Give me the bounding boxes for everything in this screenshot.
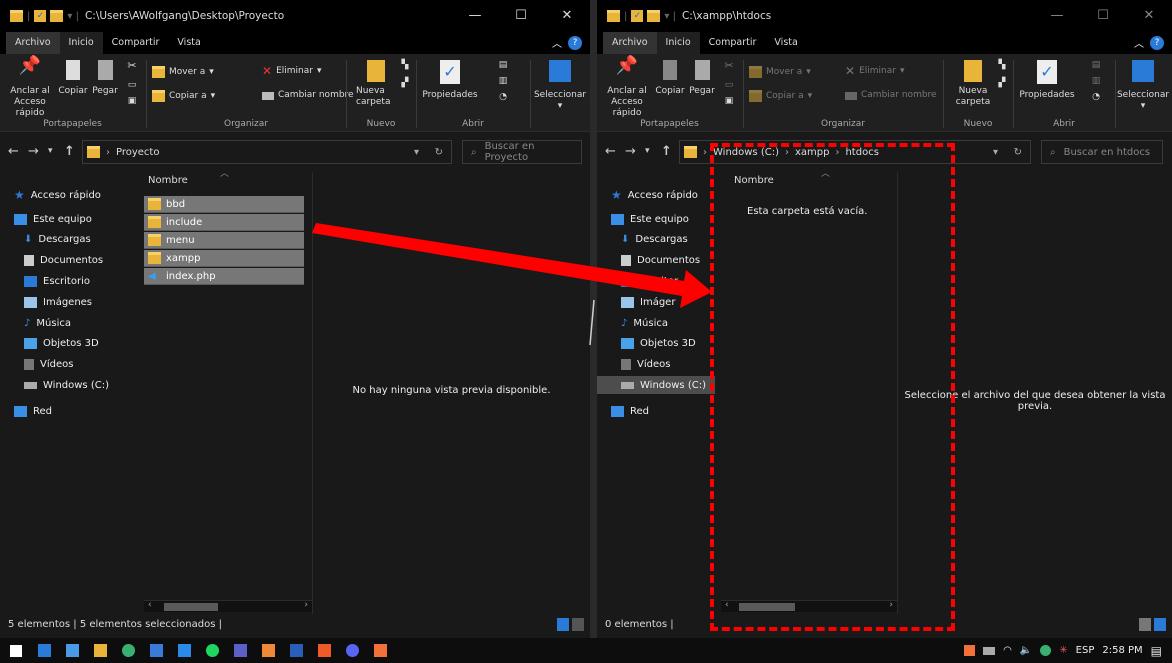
drag-arrow xyxy=(312,223,712,346)
sublime-icon[interactable] xyxy=(256,638,280,663)
system-tray: ◠ 🔈 ✳ ESP 2:58 PM ▤ xyxy=(964,638,1172,663)
action-center-icon[interactable]: ▤ xyxy=(1151,644,1162,658)
arrow-icon xyxy=(312,223,712,308)
tray-app-icon[interactable] xyxy=(1040,645,1052,656)
cursor-line xyxy=(589,299,595,346)
store-icon[interactable] xyxy=(60,638,84,663)
files-icon[interactable] xyxy=(88,638,112,663)
start-icon[interactable] xyxy=(4,638,28,663)
language-indicator[interactable]: ESP xyxy=(1076,645,1095,656)
discord-icon[interactable] xyxy=(340,638,364,663)
clock[interactable]: 2:58 PM xyxy=(1102,645,1142,656)
vscode-icon[interactable] xyxy=(172,638,196,663)
xampp-tray-icon[interactable] xyxy=(964,645,976,656)
brave-icon[interactable] xyxy=(312,638,336,663)
notification-app-icon[interactable]: ✳ xyxy=(1059,645,1067,656)
teams-icon[interactable] xyxy=(228,638,252,663)
volume-icon[interactable]: 🔈 xyxy=(1020,645,1032,656)
spotify-icon[interactable] xyxy=(200,638,224,663)
taskbar: ◠ 🔈 ✳ ESP 2:58 PM ▤ xyxy=(0,638,1172,663)
battery-icon[interactable] xyxy=(983,646,996,655)
xampp-icon[interactable] xyxy=(368,638,392,663)
app-icon[interactable] xyxy=(116,638,140,663)
word-icon[interactable] xyxy=(284,638,308,663)
wifi-icon[interactable]: ◠ xyxy=(1003,645,1012,656)
folder-icon[interactable] xyxy=(32,638,56,663)
remote-icon[interactable] xyxy=(144,638,168,663)
